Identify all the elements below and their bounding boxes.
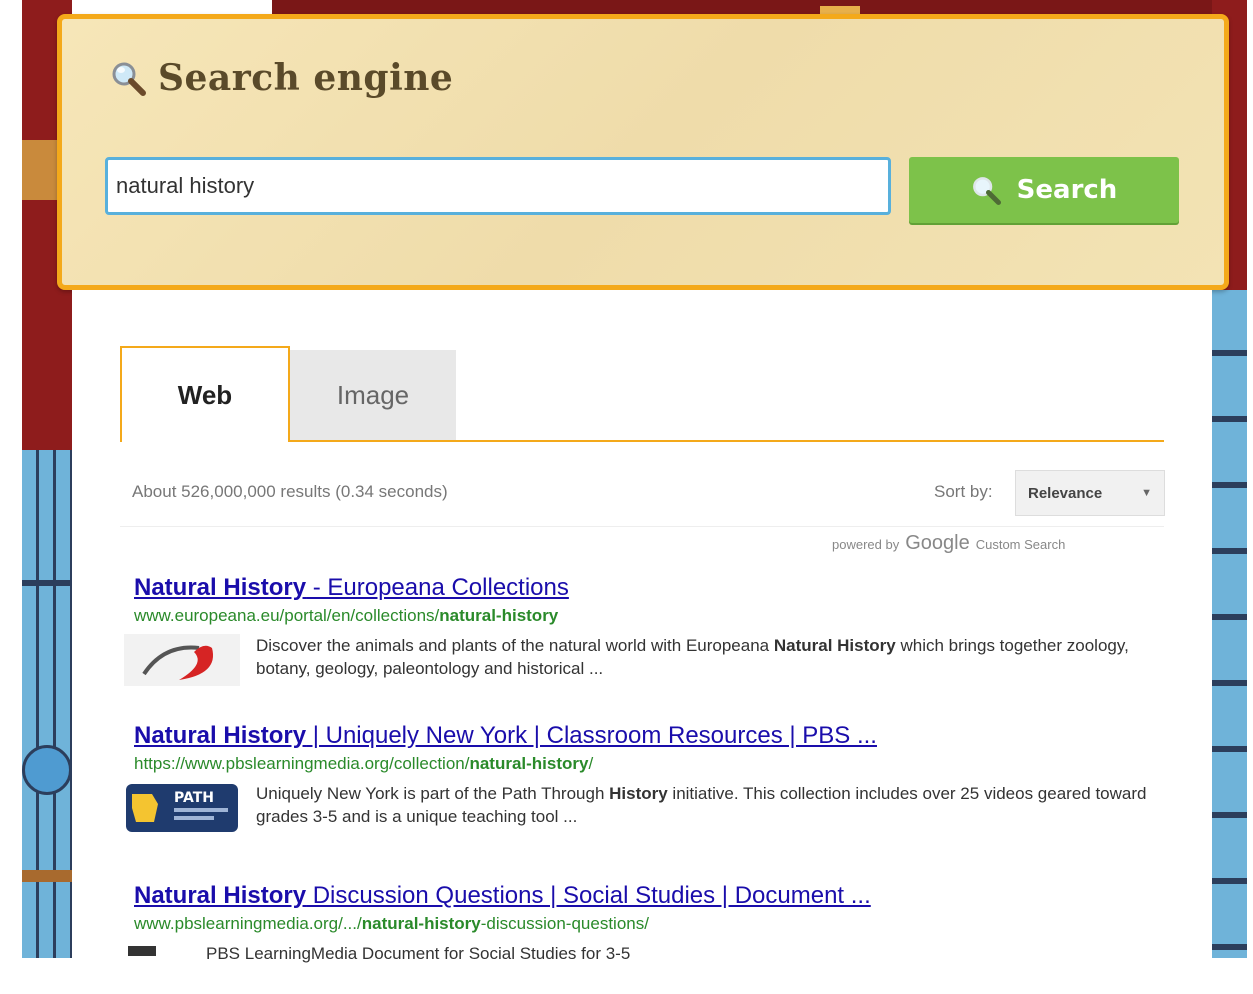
result-body: PATH Uniquely New York is part of the Pa…: [124, 782, 1154, 834]
sort-select-value: Relevance: [1028, 484, 1103, 502]
results-card: Web Image About 526,000,000 results (0.3…: [72, 290, 1212, 994]
tab-image[interactable]: Image: [290, 350, 456, 440]
result-url-suffix: -discussion-questions/: [480, 914, 649, 933]
search-result: Natural History - Europeana Collections …: [124, 574, 1154, 686]
snippet-text: PBS LearningMedia Document for Social St…: [206, 944, 631, 963]
result-thumbnail[interactable]: [124, 634, 240, 686]
result-title-link[interactable]: Natural History | Uniquely New York | Cl…: [134, 722, 1154, 750]
snippet-bold: History: [609, 784, 668, 803]
sort-select[interactable]: Relevance ▼: [1015, 470, 1165, 516]
result-url: https://www.pbslearningmedia.org/collect…: [134, 754, 1154, 774]
powered-prefix: powered by: [832, 537, 900, 552]
sort-label: Sort by:: [934, 482, 993, 501]
google-logo: Google: [905, 532, 970, 554]
result-title-rest: Discussion Questions | Social Studies | …: [306, 882, 871, 909]
search-result: Natural History | Uniquely New York | Cl…: [124, 722, 1154, 834]
result-tabs: Web Image: [120, 346, 1164, 442]
result-url: www.pbslearningmedia.org/.../natural-his…: [134, 914, 1154, 934]
thumbnail-brand-text: PATH: [174, 790, 214, 806]
result-snippet: PBS LearningMedia Document for Social St…: [206, 942, 630, 994]
result-url-suffix: /: [588, 754, 594, 773]
result-snippet: Uniquely New York is part of the Path Th…: [256, 782, 1154, 834]
result-url-bold: natural-history: [439, 606, 559, 625]
search-button[interactable]: Search: [909, 157, 1179, 223]
result-body: Discover the animals and plants of the n…: [124, 634, 1154, 686]
result-url-bold: natural-history: [361, 914, 481, 933]
powered-by: powered by Google Custom Search: [832, 532, 1065, 555]
background-edge-left: [0, 0, 22, 958]
result-url-prefix: https://www.pbslearningmedia.org/collect…: [134, 754, 470, 773]
result-thumbnail[interactable]: PATH: [124, 782, 240, 834]
result-url: www.europeana.eu/portal/en/collections/n…: [134, 606, 1154, 626]
snippet-text: Uniquely New York is part of the Path Th…: [256, 784, 610, 803]
result-title-bold: Natural History: [134, 722, 307, 749]
background-shelf: [22, 870, 72, 882]
result-title-bold: Natural History: [134, 882, 307, 909]
result-count: About 526,000,000 results (0.34 seconds): [132, 482, 448, 501]
result-title-rest: | Uniquely New York | Classroom Resource…: [306, 722, 877, 749]
powered-suffix: Custom Search: [975, 537, 1066, 552]
result-url-bold: natural-history: [469, 754, 589, 773]
result-url-prefix: www.europeana.eu/portal/en/collections/: [134, 606, 440, 625]
background-window-right: [1212, 290, 1247, 958]
result-title-link[interactable]: Natural History Discussion Questions | S…: [134, 882, 1154, 910]
divider: [120, 526, 1164, 527]
snippet-text: Discover the animals and plants of the n…: [256, 636, 774, 655]
search-icon: [972, 177, 1001, 205]
result-title-link[interactable]: Natural History - Europeana Collections: [134, 574, 1154, 602]
result-title-rest: - Europeana Collections: [306, 574, 569, 601]
result-url-prefix: www.pbslearningmedia.org/.../: [134, 914, 362, 933]
result-title-bold: Natural History: [134, 574, 307, 601]
search-input[interactable]: [105, 157, 891, 215]
snippet-bold: Natural History: [773, 636, 896, 655]
search-button-label: Search: [1016, 175, 1118, 205]
panel-title: Search engine: [110, 57, 453, 99]
search-result: Natural History Discussion Questions | S…: [124, 882, 1154, 994]
background-edge-right: [1247, 0, 1253, 958]
chevron-down-icon: ▼: [1141, 487, 1152, 499]
globe-icon: [22, 745, 72, 795]
panel-title-text: Search engine: [158, 57, 454, 99]
result-body: PBS LearningMedia Document for Social St…: [124, 942, 1154, 994]
tab-web[interactable]: Web: [120, 346, 290, 442]
result-snippet: Discover the animals and plants of the n…: [256, 634, 1154, 686]
search-panel: Search engine Search: [57, 14, 1229, 290]
search-icon: [112, 62, 146, 96]
